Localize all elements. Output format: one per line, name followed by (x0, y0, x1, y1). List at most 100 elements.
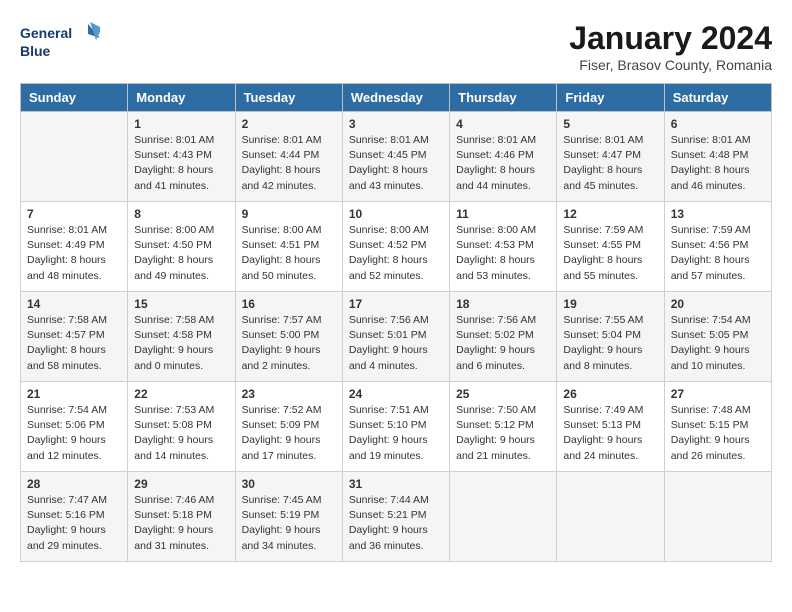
day-number: 21 (27, 387, 121, 401)
calendar-cell: 13 Sunrise: 7:59 AMSunset: 4:56 PMDayligh… (664, 202, 771, 292)
day-info: Sunrise: 7:55 AMSunset: 5:04 PMDaylight:… (563, 313, 657, 374)
day-info: Sunrise: 7:54 AMSunset: 5:05 PMDaylight:… (671, 313, 765, 374)
calendar-cell (664, 472, 771, 562)
day-number: 23 (242, 387, 336, 401)
day-info: Sunrise: 7:45 AMSunset: 5:19 PMDaylight:… (242, 493, 336, 554)
day-info: Sunrise: 7:53 AMSunset: 5:08 PMDaylight:… (134, 403, 228, 464)
day-number: 26 (563, 387, 657, 401)
location-title: Fiser, Brasov County, Romania (569, 57, 772, 73)
day-number: 27 (671, 387, 765, 401)
day-number: 25 (456, 387, 550, 401)
day-number: 29 (134, 477, 228, 491)
calendar-cell: 26 Sunrise: 7:49 AMSunset: 5:13 PMDayligh… (557, 382, 664, 472)
day-number: 28 (27, 477, 121, 491)
day-number: 30 (242, 477, 336, 491)
day-number: 24 (349, 387, 443, 401)
calendar-cell: 7Sunrise: 8:01 AMSunset: 4:49 PMDaylight… (21, 202, 128, 292)
logo: General Blue (20, 20, 100, 64)
column-header-thursday: Thursday (450, 84, 557, 112)
day-number: 9 (242, 207, 336, 221)
calendar-cell: 24Sunrise: 7:51 AMSunset: 5:10 PMDayligh… (342, 382, 449, 472)
day-info: Sunrise: 7:44 AMSunset: 5:21 PMDaylight:… (349, 493, 443, 554)
day-info: Sunrise: 7:56 AMSunset: 5:02 PMDaylight:… (456, 313, 550, 374)
day-number: 2 (242, 117, 336, 131)
calendar-cell: 5 Sunrise: 8:01 AMSunset: 4:47 PMDaylight… (557, 112, 664, 202)
calendar-cell: 25 Sunrise: 7:50 AMSunset: 5:12 PMDayligh… (450, 382, 557, 472)
day-number: 6 (671, 117, 765, 131)
day-info: Sunrise: 7:50 AMSunset: 5:12 PMDaylight:… (456, 403, 550, 464)
day-info: Sunrise: 7:58 AMSunset: 4:58 PMDaylight:… (134, 313, 228, 374)
day-info: Sunrise: 8:01 AMSunset: 4:49 PMDaylight:… (27, 223, 121, 284)
day-info: Sunrise: 7:56 AMSunset: 5:01 PMDaylight:… (349, 313, 443, 374)
day-number: 3 (349, 117, 443, 131)
calendar-cell: 28 Sunrise: 7:47 AMSunset: 5:16 PMDayligh… (21, 472, 128, 562)
calendar-cell: 3 Sunrise: 8:01 AMSunset: 4:45 PMDaylight… (342, 112, 449, 202)
day-number: 17 (349, 297, 443, 311)
calendar-cell: 30 Sunrise: 7:45 AMSunset: 5:19 PMDayligh… (235, 472, 342, 562)
day-info: Sunrise: 8:01 AMSunset: 4:48 PMDaylight:… (671, 133, 765, 194)
day-info: Sunrise: 8:01 AMSunset: 4:44 PMDaylight:… (242, 133, 336, 194)
calendar-cell: 15Sunrise: 7:58 AMSunset: 4:58 PMDayligh… (128, 292, 235, 382)
calendar-cell (450, 472, 557, 562)
column-header-sunday: Sunday (21, 84, 128, 112)
day-number: 18 (456, 297, 550, 311)
day-number: 31 (349, 477, 443, 491)
day-info: Sunrise: 7:59 AMSunset: 4:55 PMDaylight:… (563, 223, 657, 284)
calendar-cell: 6 Sunrise: 8:01 AMSunset: 4:48 PMDaylight… (664, 112, 771, 202)
day-number: 12 (563, 207, 657, 221)
day-info: Sunrise: 7:47 AMSunset: 5:16 PMDaylight:… (27, 493, 121, 554)
page-header: General Blue January 2024 Fiser, Brasov … (20, 20, 772, 73)
calendar-cell: 1Sunrise: 8:01 AMSunset: 4:43 PMDaylight… (128, 112, 235, 202)
calendar-cell (557, 472, 664, 562)
svg-text:General: General (20, 25, 72, 41)
calendar-week-row: 21 Sunrise: 7:54 AMSunset: 5:06 PMDayligh… (21, 382, 772, 472)
calendar-cell: 11 Sunrise: 8:00 AMSunset: 4:53 PMDayligh… (450, 202, 557, 292)
day-info: Sunrise: 7:59 AMSunset: 4:56 PMDaylight:… (671, 223, 765, 284)
calendar-cell: 4Sunrise: 8:01 AMSunset: 4:46 PMDaylight… (450, 112, 557, 202)
calendar-cell: 18 Sunrise: 7:56 AMSunset: 5:02 PMDayligh… (450, 292, 557, 382)
calendar-cell: 2 Sunrise: 8:01 AMSunset: 4:44 PMDaylight… (235, 112, 342, 202)
day-info: Sunrise: 8:01 AMSunset: 4:45 PMDaylight:… (349, 133, 443, 194)
calendar-table: SundayMondayTuesdayWednesdayThursdayFrid… (20, 83, 772, 562)
day-info: Sunrise: 7:54 AMSunset: 5:06 PMDaylight:… (27, 403, 121, 464)
day-number: 1 (134, 117, 228, 131)
day-number: 13 (671, 207, 765, 221)
calendar-week-row: 1Sunrise: 8:01 AMSunset: 4:43 PMDaylight… (21, 112, 772, 202)
calendar-cell: 22 Sunrise: 7:53 AMSunset: 5:08 PMDayligh… (128, 382, 235, 472)
column-header-saturday: Saturday (664, 84, 771, 112)
day-number: 10 (349, 207, 443, 221)
calendar-cell: 20Sunrise: 7:54 AMSunset: 5:05 PMDayligh… (664, 292, 771, 382)
day-info: Sunrise: 7:46 AMSunset: 5:18 PMDaylight:… (134, 493, 228, 554)
day-info: Sunrise: 7:58 AMSunset: 4:57 PMDaylight:… (27, 313, 121, 374)
calendar-week-row: 14 Sunrise: 7:58 AMSunset: 4:57 PMDayligh… (21, 292, 772, 382)
calendar-week-row: 28 Sunrise: 7:47 AMSunset: 5:16 PMDayligh… (21, 472, 772, 562)
calendar-cell: 29 Sunrise: 7:46 AMSunset: 5:18 PMDayligh… (128, 472, 235, 562)
day-info: Sunrise: 7:57 AMSunset: 5:00 PMDaylight:… (242, 313, 336, 374)
calendar-cell: 14 Sunrise: 7:58 AMSunset: 4:57 PMDayligh… (21, 292, 128, 382)
calendar-cell: 23 Sunrise: 7:52 AMSunset: 5:09 PMDayligh… (235, 382, 342, 472)
title-block: January 2024 Fiser, Brasov County, Roman… (569, 20, 772, 73)
day-info: Sunrise: 7:52 AMSunset: 5:09 PMDaylight:… (242, 403, 336, 464)
day-number: 11 (456, 207, 550, 221)
column-header-tuesday: Tuesday (235, 84, 342, 112)
logo-svg: General Blue (20, 20, 100, 64)
day-number: 14 (27, 297, 121, 311)
calendar-cell: 21 Sunrise: 7:54 AMSunset: 5:06 PMDayligh… (21, 382, 128, 472)
day-number: 8 (134, 207, 228, 221)
svg-text:Blue: Blue (20, 43, 51, 59)
day-number: 5 (563, 117, 657, 131)
column-header-friday: Friday (557, 84, 664, 112)
column-header-monday: Monday (128, 84, 235, 112)
column-header-wednesday: Wednesday (342, 84, 449, 112)
calendar-cell: 31 Sunrise: 7:44 AMSunset: 5:21 PMDayligh… (342, 472, 449, 562)
calendar-cell: 9Sunrise: 8:00 AMSunset: 4:51 PMDaylight… (235, 202, 342, 292)
calendar-cell: 27Sunrise: 7:48 AMSunset: 5:15 PMDayligh… (664, 382, 771, 472)
calendar-cell: 16 Sunrise: 7:57 AMSunset: 5:00 PMDayligh… (235, 292, 342, 382)
day-info: Sunrise: 7:49 AMSunset: 5:13 PMDaylight:… (563, 403, 657, 464)
calendar-cell: 17 Sunrise: 7:56 AMSunset: 5:01 PMDayligh… (342, 292, 449, 382)
day-number: 16 (242, 297, 336, 311)
day-info: Sunrise: 8:01 AMSunset: 4:47 PMDaylight:… (563, 133, 657, 194)
day-number: 22 (134, 387, 228, 401)
day-info: Sunrise: 8:00 AMSunset: 4:52 PMDaylight:… (349, 223, 443, 284)
day-info: Sunrise: 8:00 AMSunset: 4:53 PMDaylight:… (456, 223, 550, 284)
